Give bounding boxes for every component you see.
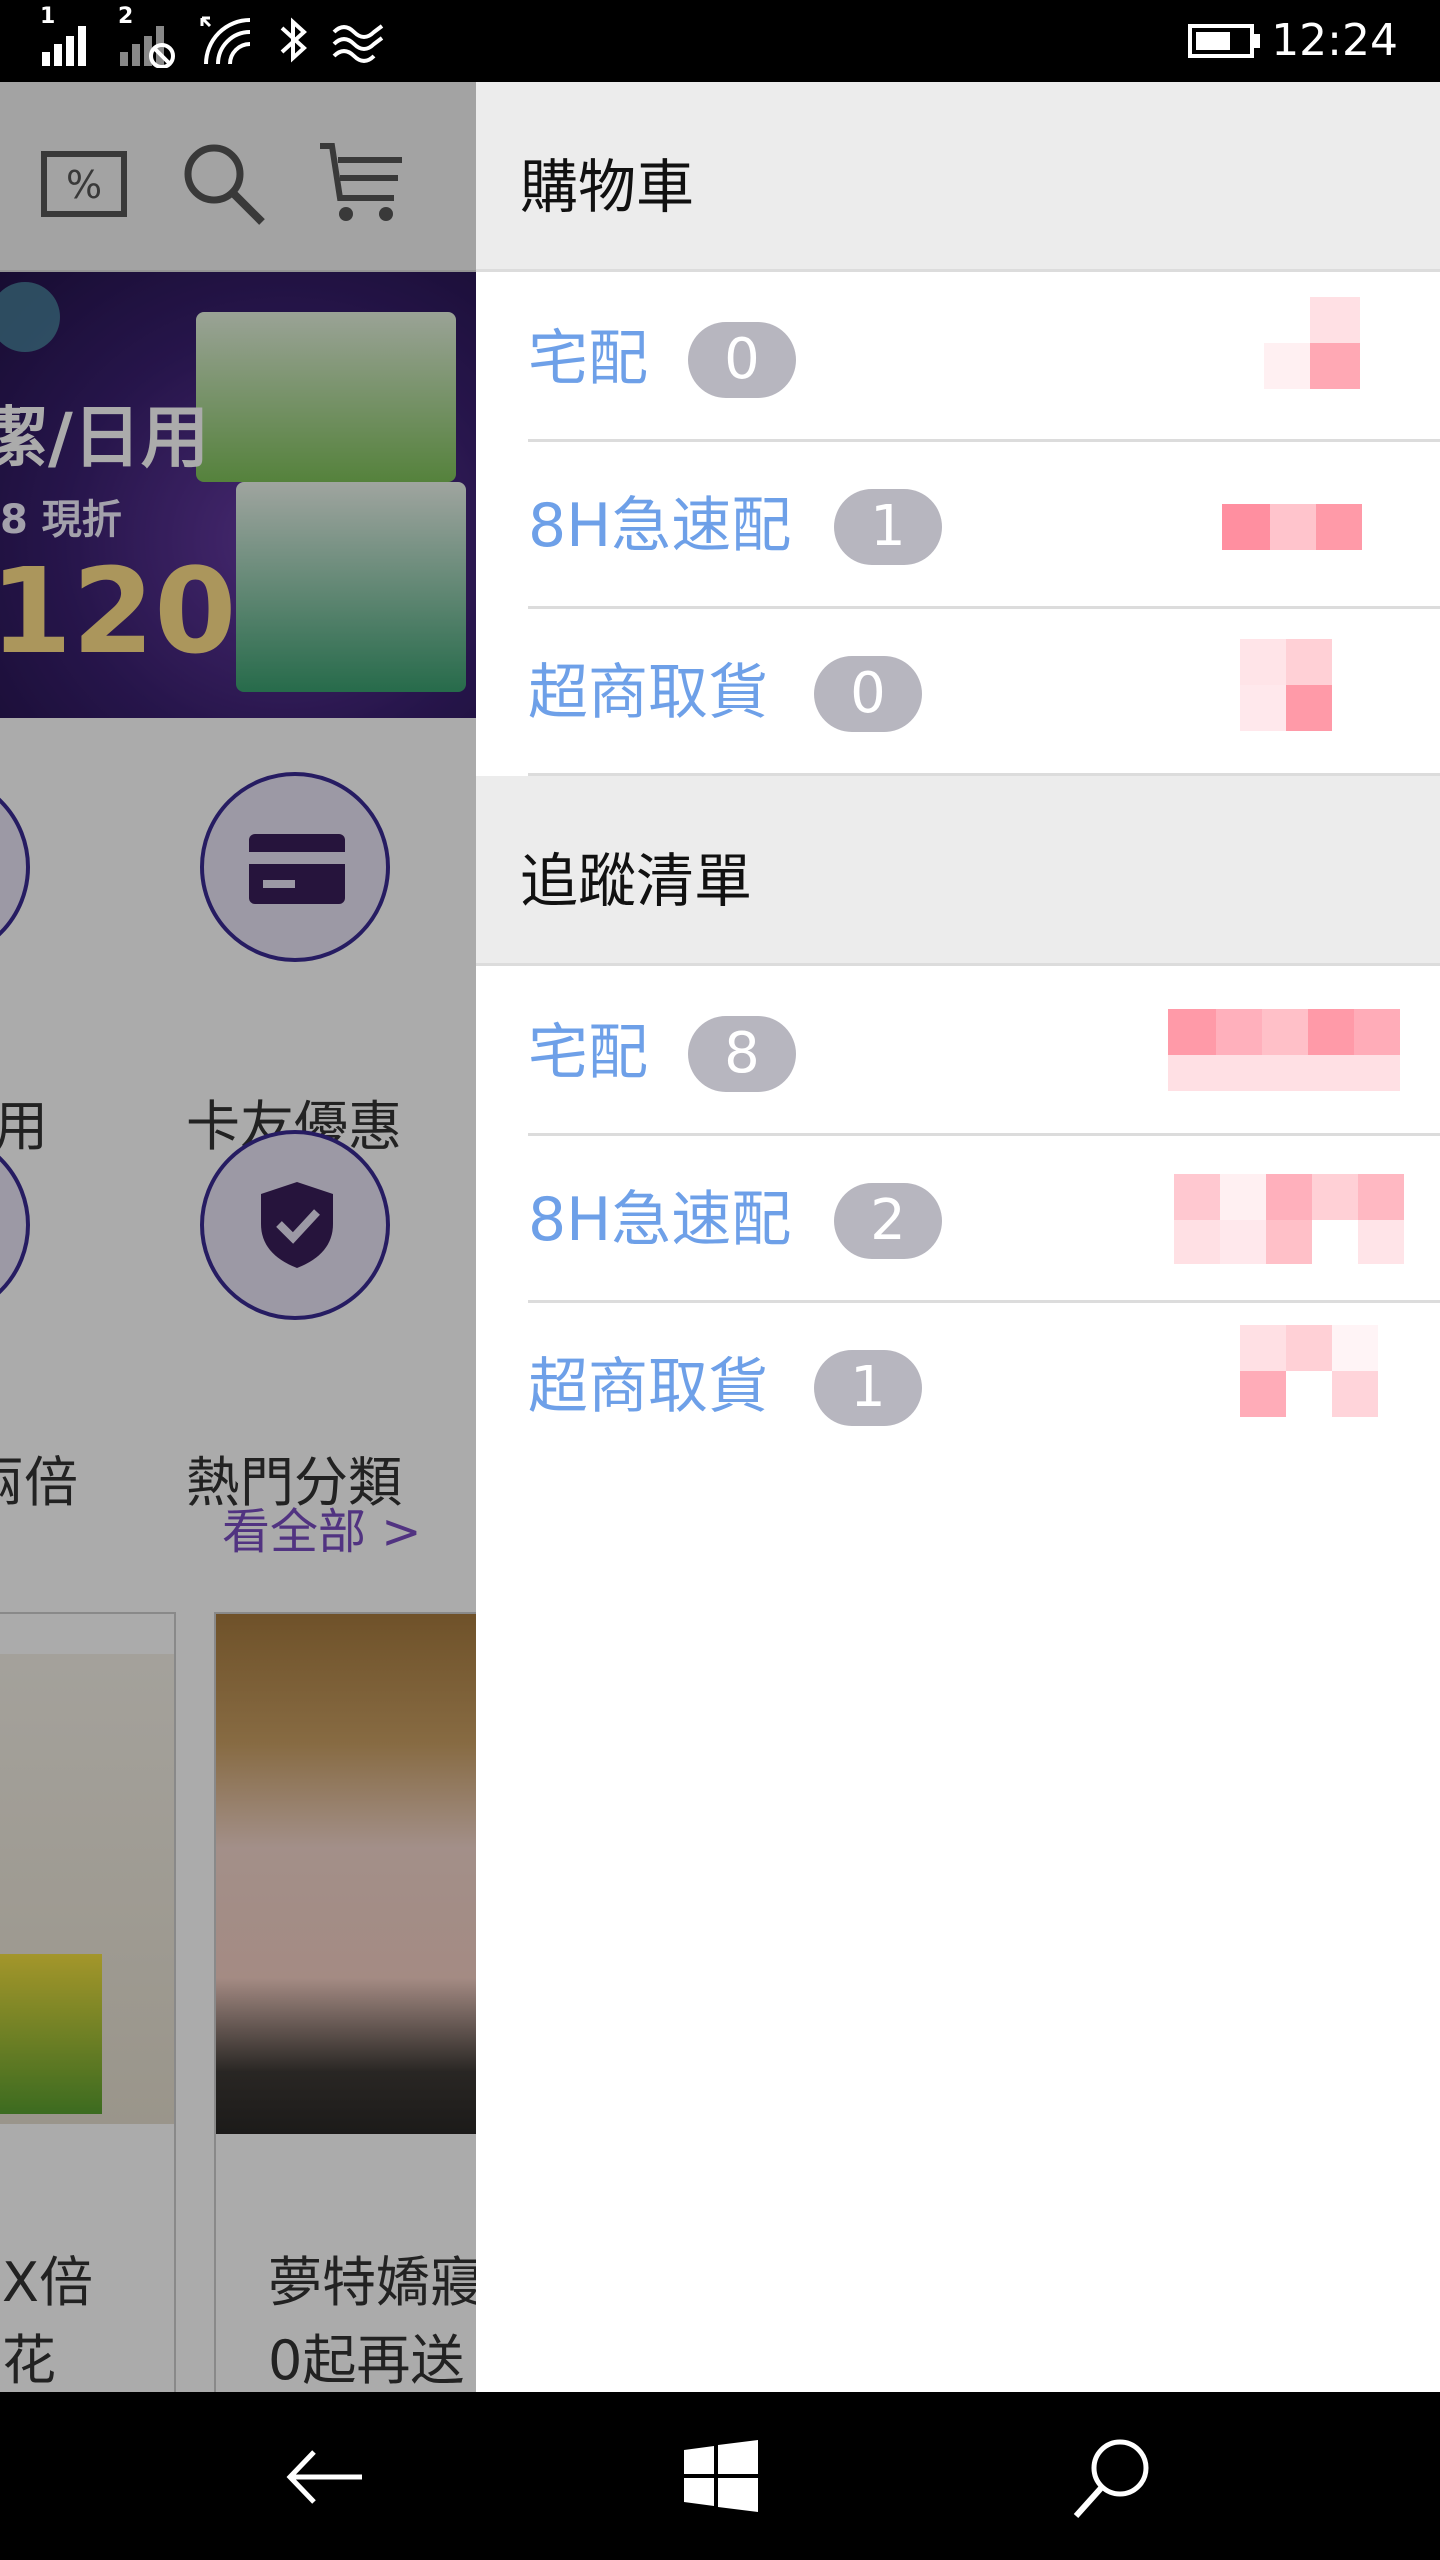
signal-no-sim-icon: 2: [116, 4, 184, 68]
wishlist-row-8h-express[interactable]: 8H急速配 2: [528, 1136, 1440, 1303]
row-label: 宅配: [528, 1018, 648, 1088]
cart-row-8h-express[interactable]: 8H急速配 1: [528, 442, 1440, 609]
cart-row-home-delivery[interactable]: 宅配 0: [528, 275, 1440, 442]
data-saver-icon: [330, 12, 386, 68]
back-icon[interactable]: [282, 2432, 372, 2522]
count-badge: 0: [688, 322, 796, 398]
count-badge: 8: [688, 1016, 796, 1092]
cart-flyout-panel: 購物車 宅配 0 8H急速配 1 超商取貨 0 追蹤清單 宅配 8 8H急速配 …: [476, 82, 1440, 2392]
row-label: 8H急速配: [528, 491, 792, 561]
search-icon[interactable]: [1068, 2432, 1158, 2522]
count-badge: 2: [834, 1183, 942, 1259]
row-label: 宅配: [528, 324, 648, 394]
cart-row-store-pickup[interactable]: 超商取貨 0: [528, 609, 1440, 776]
wishlist-row-store-pickup[interactable]: 超商取貨 1: [528, 1303, 1440, 1470]
dim-overlay[interactable]: [0, 82, 476, 2392]
cart-section-header: 購物車: [476, 82, 1440, 272]
wishlist-section-header: 追蹤清單: [476, 776, 1440, 966]
signal-icon: 1: [38, 4, 98, 68]
count-badge: 0: [814, 656, 922, 732]
wifi-icon: [196, 12, 256, 68]
bluetooth-icon: [276, 12, 312, 68]
status-bar: 1 2 12:24: [0, 0, 1440, 82]
row-label: 超商取貨: [528, 1352, 768, 1422]
system-nav-bar: [0, 2392, 1440, 2560]
wishlist-title: 追蹤清單: [520, 847, 753, 915]
windows-icon[interactable]: [676, 2432, 766, 2522]
battery-icon: [1188, 12, 1262, 68]
row-label: 8H急速配: [528, 1185, 792, 1255]
cart-title: 購物車: [520, 153, 695, 221]
clock: 12:24: [1271, 15, 1398, 66]
row-label: 超商取貨: [528, 658, 768, 728]
count-badge: 1: [834, 489, 942, 565]
wishlist-row-home-delivery[interactable]: 宅配 8: [528, 969, 1440, 1136]
count-badge: 1: [814, 1350, 922, 1426]
